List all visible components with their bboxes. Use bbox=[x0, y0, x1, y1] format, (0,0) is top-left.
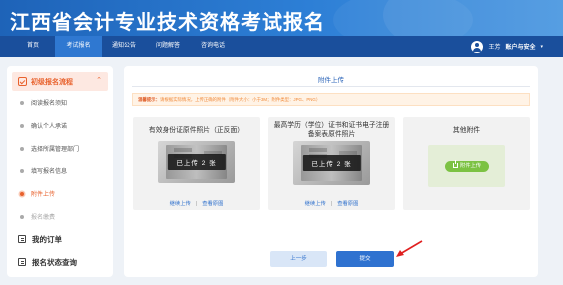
sidebar-step[interactable]: 填写报名信息 bbox=[20, 166, 67, 178]
upload-button-label: 附件上传 bbox=[459, 163, 482, 169]
step-label: 报名缴费 bbox=[31, 215, 56, 221]
hint-banner: 温馨提示：请根据实际情况，上传正确的附件（附件大小：小于3M；附件类型：JPG、… bbox=[132, 93, 530, 106]
upload-attachment-button[interactable]: 附件上传 bbox=[445, 159, 489, 172]
link-separator: | bbox=[195, 201, 198, 207]
continue-upload-link[interactable]: 继续上传 bbox=[305, 201, 326, 207]
sidebar-step-active[interactable]: 附件上传 bbox=[20, 189, 55, 201]
link-separator: | bbox=[330, 201, 333, 207]
card-title: 有效身份证原件照片（正反面） bbox=[148, 127, 245, 134]
nav-item-home[interactable]: 首页 bbox=[18, 36, 48, 57]
view-original-link[interactable]: 查看原图 bbox=[202, 201, 223, 207]
step-label: 附件上传 bbox=[31, 192, 56, 198]
user-avatar-icon bbox=[471, 40, 484, 53]
previous-step-button[interactable]: 上一步 bbox=[270, 251, 327, 267]
receipt-icon bbox=[18, 235, 26, 243]
page-title: 附件上传 bbox=[124, 74, 538, 87]
account-security-link[interactable]: 账户与安全 bbox=[505, 42, 535, 51]
user-name: 王芳 bbox=[488, 45, 501, 51]
step-dot-icon bbox=[20, 101, 24, 106]
banner-decoration bbox=[333, 0, 473, 36]
annotation-arrow-icon bbox=[396, 240, 423, 257]
upload-icon bbox=[452, 159, 458, 168]
nav-item-hotline[interactable]: 咨询电话 bbox=[193, 36, 233, 57]
step-dot-icon bbox=[20, 124, 24, 129]
sidebar-step[interactable]: 阅读报名须知 bbox=[20, 98, 67, 110]
chevron-up-icon[interactable]: ⌃ bbox=[96, 76, 102, 84]
step-dot-icon bbox=[20, 147, 24, 152]
step-label: 选择所属管理部门 bbox=[31, 147, 80, 153]
attachment-card-other: 其他附件 附件上传 bbox=[403, 117, 530, 210]
sidebar-step: 报名缴费 bbox=[20, 212, 55, 224]
card-links: 继续上传 | 查看原图 bbox=[133, 199, 260, 207]
upload-count-badge: 已上传 2 张 bbox=[302, 155, 361, 171]
attachment-card-education: 最高学历（学位）证书和证书电子注册备案表原件照片 已上传 2 张 继续上传 | 查看… bbox=[268, 117, 395, 210]
checklist-icon bbox=[18, 77, 27, 86]
sidebar-link-status-query[interactable]: 报名状态查询 bbox=[18, 256, 77, 270]
card-title: 最高学历（学位）证书和证书电子注册备案表原件照片 bbox=[273, 122, 390, 138]
nav-item-notices[interactable]: 通知公告 bbox=[104, 36, 144, 57]
sidebar-step[interactable]: 选择所属管理部门 bbox=[20, 144, 79, 156]
card-links: 继续上传 | 查看原图 bbox=[268, 199, 395, 207]
view-original-link[interactable]: 查看原图 bbox=[337, 201, 358, 207]
submit-button[interactable]: 提交 bbox=[336, 251, 394, 267]
upload-count-badge: 已上传 2 张 bbox=[167, 154, 226, 170]
sidebar-section-title: 初级报名流程 bbox=[31, 79, 73, 86]
step-dot-icon bbox=[20, 169, 24, 174]
attachment-card-id: 有效身份证原件照片（正反面） 已上传 2 张 继续上传 | 查看原图 bbox=[133, 117, 260, 210]
sidebar-link-label: 我的订单 bbox=[32, 235, 62, 244]
header-banner: 江西省会计专业技术资格考试报名 bbox=[0, 0, 563, 36]
continue-upload-link[interactable]: 继续上传 bbox=[170, 201, 191, 207]
sidebar-section-header[interactable]: 初级报名流程 ⌃ bbox=[12, 72, 108, 91]
main-nav: 首页 考试报名 通知公告 问题解答 咨询电话 王芳 账户与安全 ▾ bbox=[0, 36, 563, 57]
hint-label: 温馨提示： bbox=[138, 97, 160, 102]
hint-text: 请根据实际情况，上传正确的附件（附件大小：小于3M；附件类型：JPG、PNG） bbox=[159, 97, 321, 102]
user-menu[interactable]: 王芳 账户与安全 ▾ bbox=[471, 39, 543, 54]
status-icon bbox=[18, 258, 26, 266]
step-dot-icon bbox=[20, 215, 24, 220]
step-label: 阅读报名须知 bbox=[31, 101, 68, 107]
nav-item-faq[interactable]: 问题解答 bbox=[148, 36, 188, 57]
attachment-thumbnail[interactable]: 已上传 2 张 bbox=[293, 141, 370, 185]
card-title: 其他附件 bbox=[452, 127, 481, 134]
attachment-thumbnail[interactable]: 已上传 2 张 bbox=[158, 141, 235, 183]
nav-item-exam-registration[interactable]: 考试报名 bbox=[55, 36, 102, 57]
step-label: 确认个人承诺 bbox=[31, 124, 68, 130]
chevron-down-icon[interactable]: ▾ bbox=[540, 44, 543, 50]
sidebar-link-label: 报名状态查询 bbox=[32, 258, 77, 267]
sidebar-step[interactable]: 确认个人承诺 bbox=[20, 121, 67, 133]
main-panel: 附件上传 温馨提示：请根据实际情况，上传正确的附件（附件大小：小于3M；附件类型… bbox=[124, 66, 538, 277]
site-title: 江西省会计专业技术资格考试报名 bbox=[10, 10, 325, 34]
step-label: 填写报名信息 bbox=[31, 169, 68, 175]
sidebar-link-my-orders[interactable]: 我的订单 bbox=[18, 233, 62, 247]
sidebar: 初级报名流程 ⌃ 阅读报名须知 确认个人承诺 选择所属管理部门 填写报名信息 附… bbox=[7, 66, 113, 277]
step-dot-icon bbox=[20, 192, 24, 197]
